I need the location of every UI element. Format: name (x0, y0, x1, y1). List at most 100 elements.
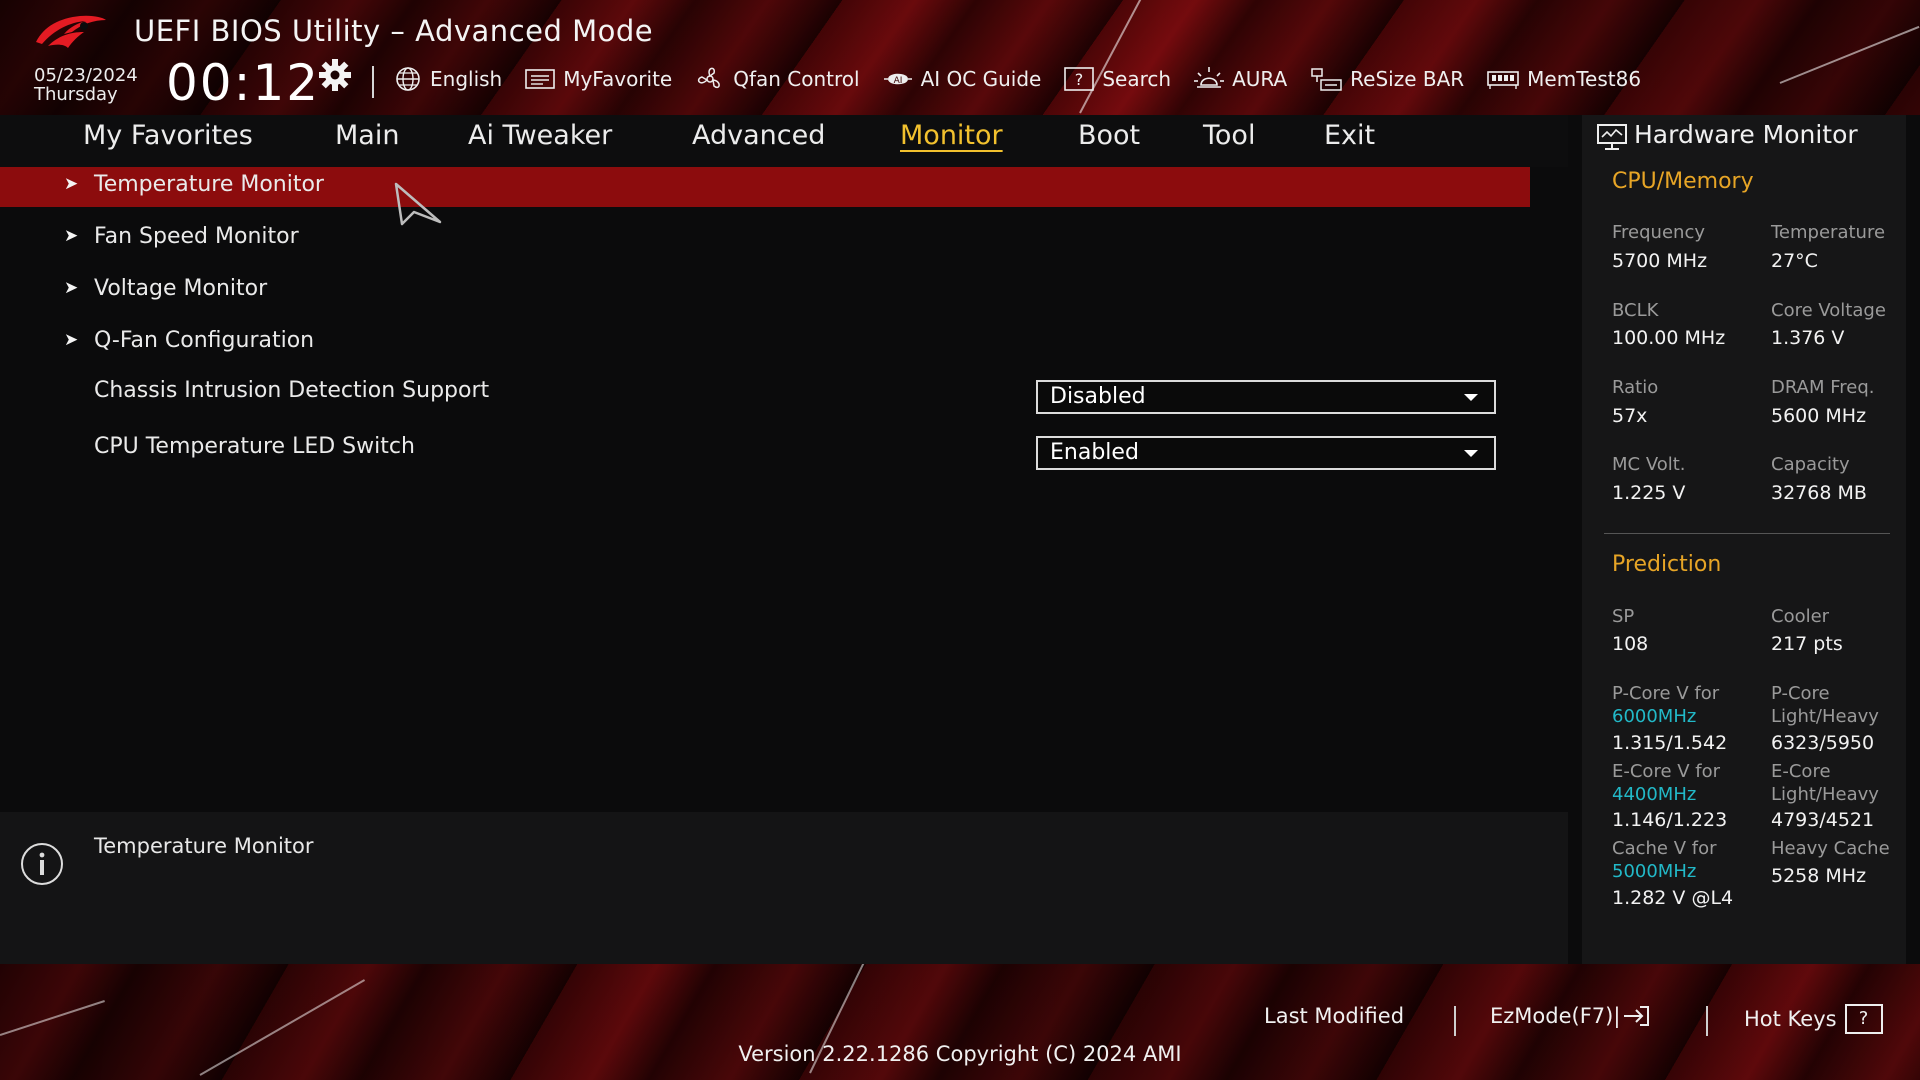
decorative-streak (0, 1000, 105, 1036)
submenu-arrow-icon: ➤ (64, 330, 79, 350)
chevron-down-icon (1464, 450, 1478, 457)
ecore-v-value: 1.146/1.223 (1612, 809, 1728, 831)
dropdown-value: Disabled (1050, 384, 1146, 409)
submenu-arrow-icon: ➤ (64, 278, 79, 298)
clock: 00:12 (166, 54, 321, 112)
footer-separator (1454, 1006, 1456, 1036)
tab-ai-tweaker[interactable]: Ai Tweaker (468, 120, 612, 151)
toolbar-search-button[interactable]: ? Search (1063, 66, 1171, 92)
menu-item-temperature-monitor[interactable]: ➤ Temperature Monitor (0, 167, 1530, 207)
submenu-arrow-icon: ➤ (64, 174, 79, 194)
footer-bar: Last Modified EzMode(F7)| Hot Keys ? Ver… (0, 964, 1920, 1080)
toolbar-english-button[interactable]: English (393, 66, 502, 92)
rog-logo-icon (36, 15, 106, 48)
day-text: Thursday (34, 84, 118, 105)
toolbar-memtest86-label: MemTest86 (1527, 67, 1642, 91)
menu-item-label: Q-Fan Configuration (94, 328, 315, 353)
toolbar-myfavorite-button[interactable]: MyFavorite (524, 67, 672, 91)
capacity-value: 32768 MB (1771, 482, 1867, 504)
hot-keys-button[interactable]: Hot Keys ? (1744, 1004, 1883, 1034)
cpu-memory-section-title: CPU/Memory (1612, 169, 1754, 194)
dram-freq-label: DRAM Freq. (1771, 377, 1875, 398)
hot-keys-key-icon: ? (1844, 1004, 1883, 1034)
cache-v-freq: 5000MHz (1612, 861, 1697, 882)
menu-item-qfan-configuration[interactable]: ➤ Q-Fan Configuration (0, 323, 1530, 363)
tab-monitor[interactable]: Monitor (900, 120, 1003, 151)
aura-light-icon (1194, 67, 1225, 88)
cache-v-value: 1.282 V @L4 (1612, 887, 1734, 909)
footer-separator (1706, 1006, 1708, 1036)
ratio-label: Ratio (1612, 377, 1659, 398)
menu-item-fan-speed-monitor[interactable]: ➤ Fan Speed Monitor (0, 219, 1530, 259)
dropdown-value: Enabled (1050, 440, 1139, 465)
chassis-intrusion-dropdown[interactable]: Disabled (1036, 380, 1496, 414)
help-panel: Temperature Monitor (0, 812, 1568, 964)
cooler-label: Cooler (1771, 606, 1830, 627)
toolbar-ai-oc-guide-button[interactable]: AI AI OC Guide (882, 66, 1041, 92)
bclk-value: 100.00 MHz (1612, 327, 1726, 349)
toolbar-resize-bar-label: ReSize BAR (1350, 67, 1465, 91)
menu-item-label: Fan Speed Monitor (94, 224, 299, 249)
tab-my-favorites[interactable]: My Favorites (83, 120, 253, 151)
toolbar-myfavorite-label: MyFavorite (563, 67, 673, 91)
main-tabs: My Favorites Main Ai Tweaker Advanced Mo… (0, 115, 1568, 167)
resize-bar-icon (1311, 68, 1342, 91)
temperature-value: 27°C (1771, 250, 1818, 272)
app-title: UEFI BIOS Utility – Advanced Mode (134, 14, 654, 48)
last-modified-button[interactable]: Last Modified (1264, 1004, 1404, 1028)
menu-item-label: Voltage Monitor (94, 276, 268, 301)
tab-exit[interactable]: Exit (1324, 120, 1375, 151)
toolbar-search-label: Search (1102, 67, 1172, 91)
pcore-v-freq: 6000MHz (1612, 706, 1697, 727)
hot-keys-label: Hot Keys (1744, 1007, 1837, 1031)
hardware-monitor-body: Hardware Monitor CPU/Memory Frequency 57… (1582, 115, 1906, 964)
menu-item-voltage-monitor[interactable]: ➤ Voltage Monitor (0, 271, 1530, 311)
monitor-icon (1597, 124, 1627, 150)
toolbar-separator (372, 66, 374, 98)
decorative-streak (1779, 25, 1920, 84)
chevron-down-icon (1464, 394, 1478, 401)
pcore-lh-value: 6323/5950 (1771, 732, 1875, 754)
toolbar-qfan-button[interactable]: Qfan Control (694, 65, 860, 93)
toolbar-qfan-label: Qfan Control (733, 67, 860, 91)
bclk-label: BCLK (1612, 300, 1659, 321)
submenu-arrow-icon: ➤ (64, 226, 79, 246)
toolbar-aura-label: AURA (1232, 67, 1288, 91)
memory-icon (1487, 71, 1519, 89)
cache-v-label: Cache V for 5000MHz (1612, 837, 1716, 883)
section-divider (1604, 533, 1890, 534)
prediction-section-title: Prediction (1612, 552, 1722, 577)
version-text: Version 2.22.1286 Copyright (C) 2024 AMI (738, 1042, 1182, 1066)
svg-text:?: ? (1075, 70, 1084, 89)
exit-arrow-icon (1624, 1006, 1650, 1026)
ecore-v-freq: 4400MHz (1612, 784, 1697, 805)
menu-item-label: Temperature Monitor (94, 172, 324, 197)
toolbar: English MyFavorite Qfan Control AI AI OC… (393, 64, 1663, 94)
header-bar: UEFI BIOS Utility – Advanced Mode 05/23/… (0, 0, 1920, 115)
ezmode-label: EzMode(F7)| (1490, 1004, 1621, 1028)
settings-list: ➤ Temperature Monitor ➤ Fan Speed Monito… (0, 167, 1568, 807)
help-search-icon: ? (1064, 67, 1095, 91)
tab-boot[interactable]: Boot (1078, 120, 1140, 151)
toolbar-memtest86-button[interactable]: MemTest86 (1486, 67, 1641, 91)
cpu-temp-led-dropdown[interactable]: Enabled (1036, 436, 1496, 470)
svg-text:AI: AI (893, 76, 902, 86)
tab-main[interactable]: Main (335, 120, 399, 151)
pcore-lh-label: P-Core Light/Heavy (1771, 682, 1879, 728)
toolbar-resize-bar-button[interactable]: ReSize BAR (1309, 65, 1464, 93)
hardware-monitor-panel: Hardware Monitor CPU/Memory Frequency 57… (1568, 115, 1920, 964)
ezmode-button[interactable]: EzMode(F7)| (1490, 1004, 1652, 1028)
frequency-label: Frequency (1612, 222, 1705, 243)
tab-advanced[interactable]: Advanced (692, 120, 825, 151)
help-text: Temperature Monitor (94, 834, 314, 858)
gear-icon[interactable] (318, 58, 352, 92)
tab-tool[interactable]: Tool (1203, 120, 1255, 151)
hardware-monitor-title: Hardware Monitor (1634, 120, 1858, 149)
favorite-icon (525, 69, 556, 89)
pcore-lh-label-line1: P-Core (1771, 683, 1830, 704)
ecore-lh-label-line2: Light/Heavy (1771, 784, 1879, 805)
ratio-value: 57x (1612, 405, 1648, 427)
toolbar-aura-button[interactable]: AURA (1193, 65, 1287, 93)
ecore-lh-label: E-Core Light/Heavy (1771, 760, 1879, 806)
frequency-value: 5700 MHz (1612, 250, 1708, 272)
